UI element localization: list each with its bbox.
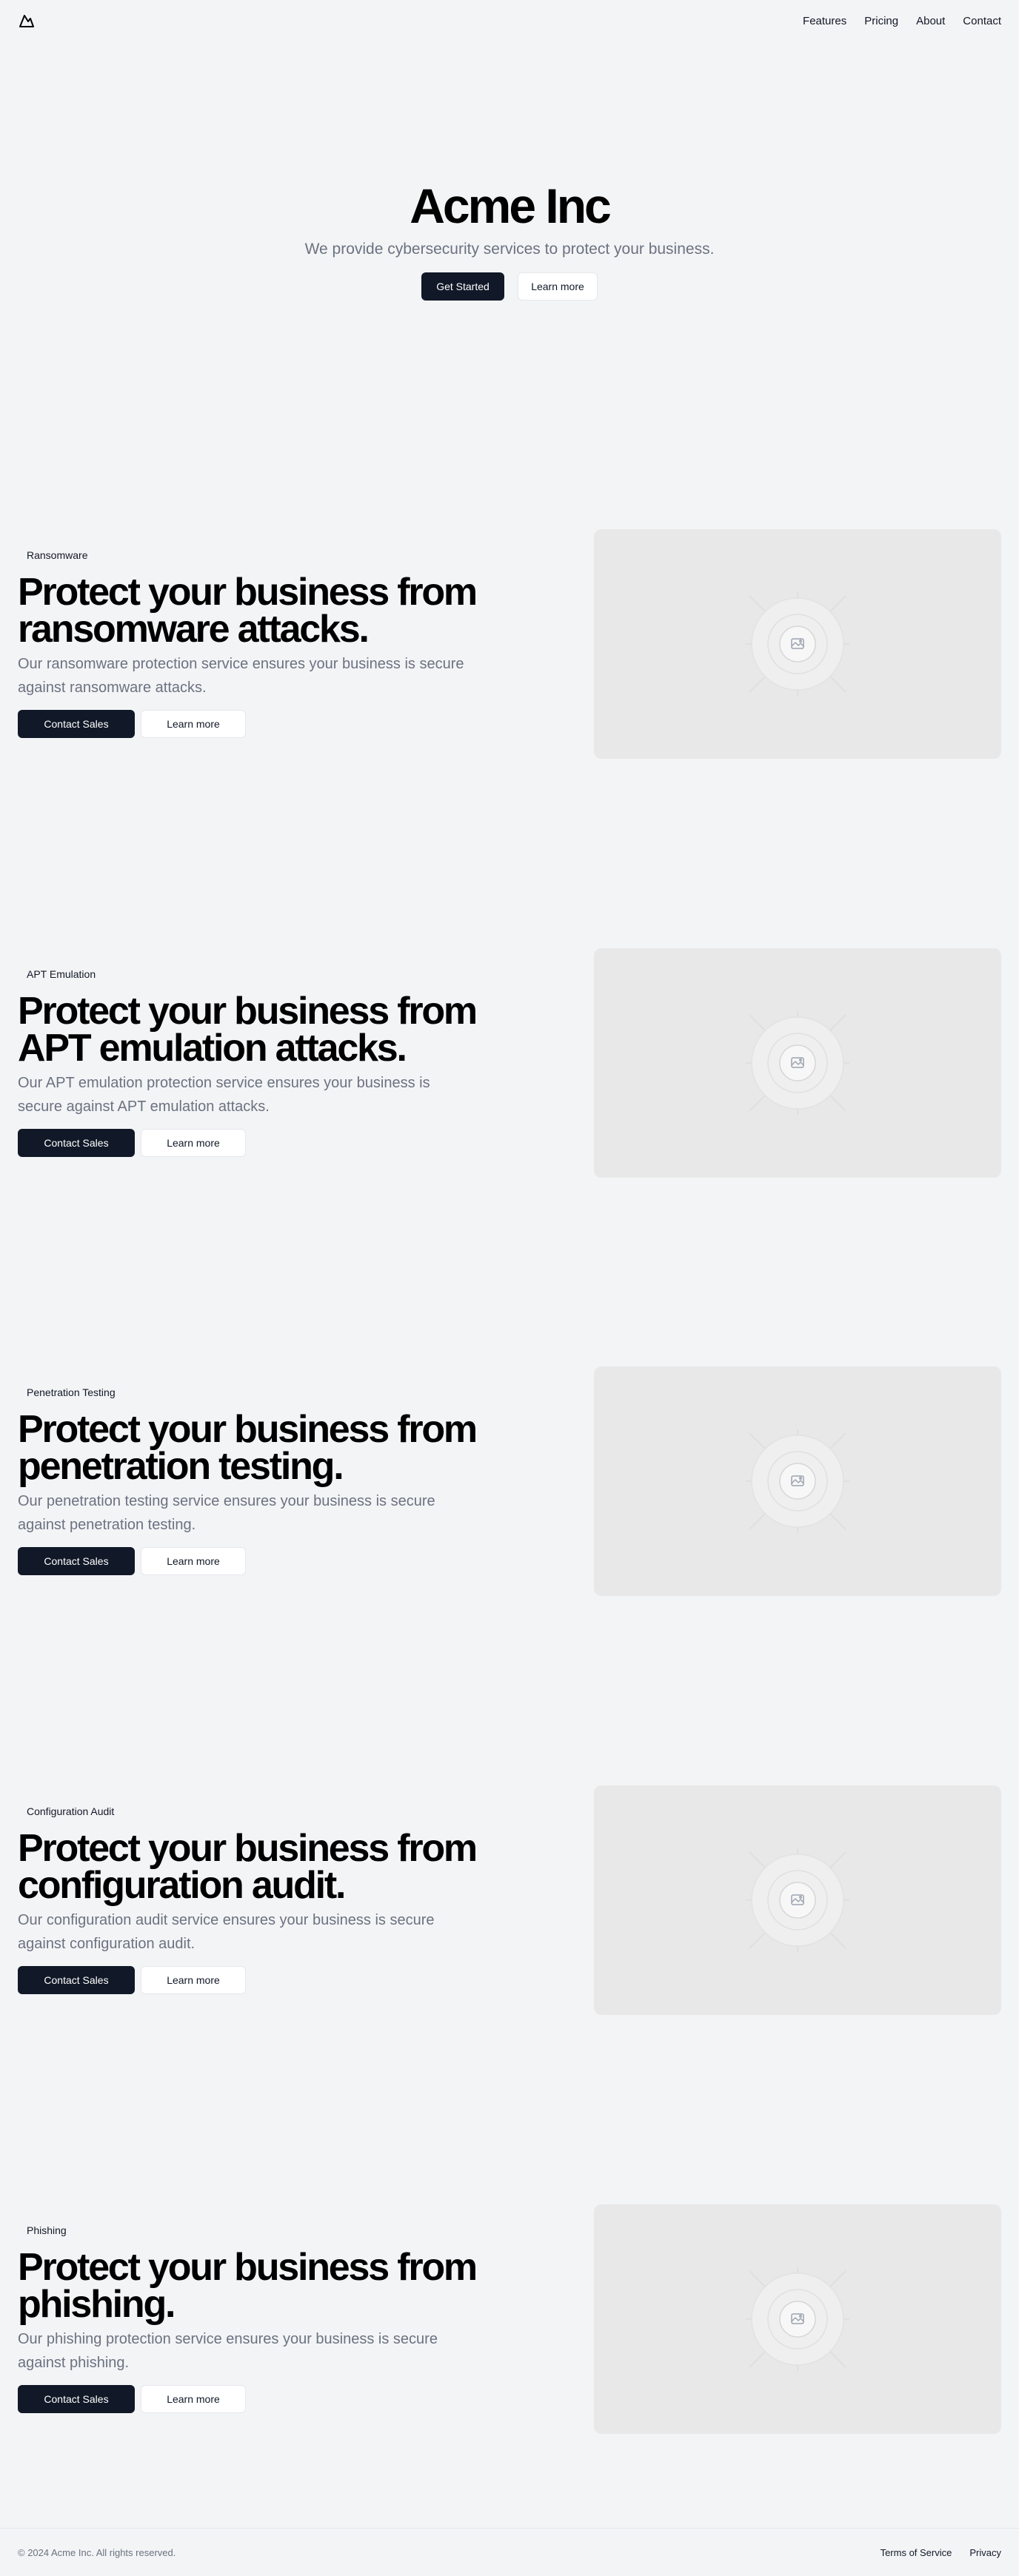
feature-description: Our phishing protection service ensures … xyxy=(18,2331,438,2371)
terms-of-service-link[interactable]: Terms of Service xyxy=(881,2547,952,2558)
nav-link-features[interactable]: Features xyxy=(803,15,846,27)
nav-link-about[interactable]: About xyxy=(916,15,945,27)
contact-sales-button[interactable]: Contact Sales xyxy=(18,1547,135,1575)
feature-title: Protect your business from penetration t… xyxy=(18,1408,478,1488)
feature-text: Penetration Testing Protect your busines… xyxy=(18,1384,536,1575)
hero-buttons: Get Started Learn more xyxy=(0,272,1019,301)
feature-section-penetration-testing: Penetration Testing Protect your busines… xyxy=(0,1366,1019,1597)
feature-badge: Configuration Audit xyxy=(27,1805,115,1817)
main-nav: Features Pricing About Contact xyxy=(803,15,1001,27)
feature-title: Protect your business from phishing. xyxy=(18,2246,478,2326)
learn-more-button[interactable]: Learn more xyxy=(141,1129,246,1157)
hero-section: Acme Inc We provide cybersecurity servic… xyxy=(0,178,1019,301)
hero-subtitle: We provide cybersecurity services to pro… xyxy=(304,241,715,258)
feature-image-placeholder xyxy=(594,1366,1001,1596)
contact-sales-button[interactable]: Contact Sales xyxy=(18,1966,135,1994)
learn-more-button[interactable]: Learn more xyxy=(141,2385,246,2413)
get-started-button[interactable]: Get Started xyxy=(421,272,504,301)
learn-more-button[interactable]: Learn more xyxy=(141,1547,246,1575)
copyright-text: © 2024 Acme Inc. All rights reserved. xyxy=(18,2546,176,2558)
feature-badge: APT Emulation xyxy=(27,968,96,980)
feature-badge: Phishing xyxy=(27,2224,67,2236)
image-icon xyxy=(746,592,849,696)
nav-link-contact[interactable]: Contact xyxy=(963,15,1001,27)
learn-more-button[interactable]: Learn more xyxy=(141,710,246,738)
feature-description: Our configuration audit service ensures … xyxy=(18,1912,435,1952)
image-icon xyxy=(746,1848,849,1952)
image-icon xyxy=(746,1429,849,1533)
image-icon xyxy=(746,2267,849,2371)
footer-links: Terms of Service Privacy xyxy=(881,2547,1001,2558)
feature-section-apt-emulation: APT Emulation Protect your business from… xyxy=(0,948,1019,1179)
mountain-icon xyxy=(19,15,34,27)
feature-title: Protect your business from configuration… xyxy=(18,1827,478,1907)
feature-section-phishing: Phishing Protect your business from phis… xyxy=(0,2204,1019,2435)
feature-image-placeholder xyxy=(594,529,1001,759)
logo-link[interactable] xyxy=(18,12,36,30)
feature-badge: Penetration Testing xyxy=(27,1386,116,1398)
feature-buttons: Contact Sales Learn more xyxy=(18,710,536,738)
feature-section-ransomware: Ransomware Protect your business from ra… xyxy=(0,529,1019,760)
privacy-link[interactable]: Privacy xyxy=(969,2547,1001,2558)
site-footer: © 2024 Acme Inc. All rights reserved. Te… xyxy=(0,2528,1019,2576)
feature-description: Our ransomware protection service ensure… xyxy=(18,656,464,696)
feature-image-placeholder xyxy=(594,2204,1001,2434)
nav-link-pricing[interactable]: Pricing xyxy=(864,15,898,27)
feature-title: Protect your business from ransomware at… xyxy=(18,571,478,651)
site-header: Features Pricing About Contact xyxy=(0,0,1019,41)
feature-buttons: Contact Sales Learn more xyxy=(18,1966,536,1994)
feature-title: Protect your business from APT emulation… xyxy=(18,990,478,1070)
feature-section-configuration-audit: Configuration Audit Protect your busines… xyxy=(0,1785,1019,2016)
feature-image-placeholder xyxy=(594,948,1001,1178)
feature-buttons: Contact Sales Learn more xyxy=(18,1129,536,1157)
contact-sales-button[interactable]: Contact Sales xyxy=(18,710,135,738)
feature-text: Ransomware Protect your business from ra… xyxy=(18,547,536,738)
contact-sales-button[interactable]: Contact Sales xyxy=(18,1129,135,1157)
feature-buttons: Contact Sales Learn more xyxy=(18,1547,536,1575)
feature-text: Configuration Audit Protect your busines… xyxy=(18,1803,536,1994)
feature-text: APT Emulation Protect your business from… xyxy=(18,966,536,1157)
hero-title: Acme Inc xyxy=(410,178,611,233)
feature-image-placeholder xyxy=(594,1785,1001,2015)
hero-learn-more-button[interactable]: Learn more xyxy=(518,272,598,301)
feature-buttons: Contact Sales Learn more xyxy=(18,2385,536,2413)
feature-badge: Ransomware xyxy=(27,549,88,561)
image-icon xyxy=(746,1011,849,1115)
feature-description: Our APT emulation protection service ens… xyxy=(18,1075,430,1115)
learn-more-button[interactable]: Learn more xyxy=(141,1966,246,1994)
feature-text: Phishing Protect your business from phis… xyxy=(18,2222,536,2413)
feature-description: Our penetration testing service ensures … xyxy=(18,1493,435,1533)
contact-sales-button[interactable]: Contact Sales xyxy=(18,2385,135,2413)
